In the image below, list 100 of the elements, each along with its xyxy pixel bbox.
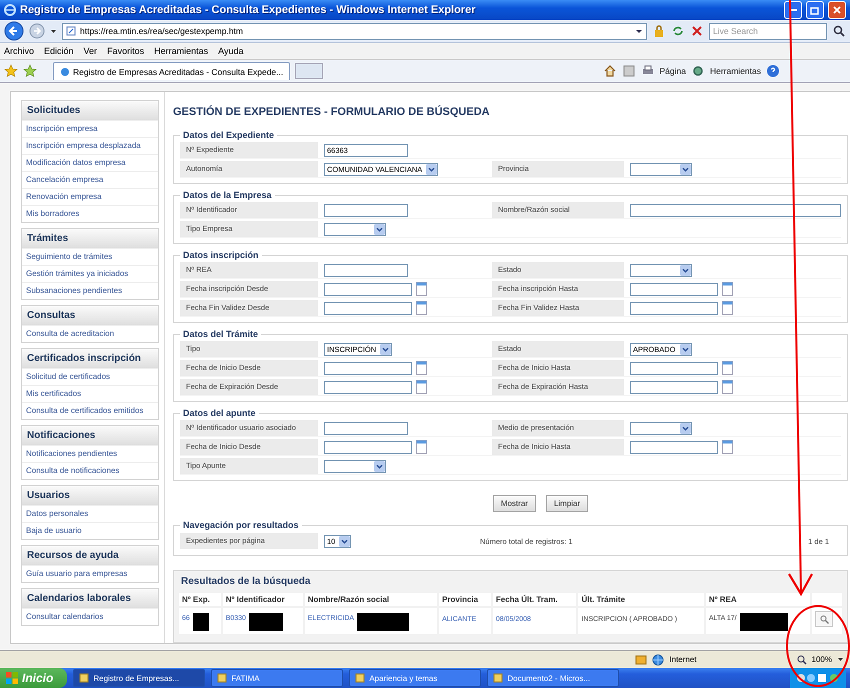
menu-section-title: Usuarios (22, 486, 158, 505)
zoom-icon[interactable] (796, 654, 807, 664)
sidebar-link[interactable]: Inscripción empresa (22, 120, 158, 137)
column-header: Nombre/Razón social (304, 593, 438, 606)
dropdown-arrow-icon[interactable] (635, 27, 643, 35)
menu-item[interactable]: Ver (84, 46, 98, 56)
view-button[interactable] (815, 611, 834, 627)
sidebar-link[interactable]: Consulta de certificados emitidos (22, 402, 158, 419)
text-field[interactable] (630, 204, 841, 216)
home-icon[interactable] (602, 64, 616, 78)
text-field[interactable] (324, 422, 408, 434)
sidebar-link[interactable]: Consultar calendarios (22, 608, 158, 625)
menu-item[interactable]: Herramientas (154, 46, 208, 56)
calendar-icon[interactable] (416, 282, 427, 296)
zoom-level[interactable]: 100% (812, 655, 832, 664)
date-field[interactable] (324, 380, 412, 394)
help-icon[interactable] (766, 64, 780, 78)
sidebar-link[interactable]: Solicitud de certificados (22, 368, 158, 385)
window-icon (217, 673, 228, 683)
stop-icon[interactable] (690, 24, 704, 38)
address-field[interactable]: https://rea.mtin.es/rea/sec/gestexpemp.htm (62, 22, 647, 40)
calendar-icon[interactable] (722, 282, 733, 296)
taskbar-button[interactable]: Documento2 - Micros... (487, 669, 620, 687)
section-legend: Datos inscripción (180, 250, 262, 260)
sidebar-link[interactable]: Consulta de notificaciones (22, 462, 158, 479)
date-field[interactable] (324, 302, 412, 314)
dropdown[interactable] (324, 222, 386, 236)
taskbar-button[interactable]: Apariencia y temas (349, 669, 482, 687)
date-field[interactable] (324, 282, 412, 296)
column-header: Provincia (439, 593, 491, 606)
date-field[interactable] (630, 440, 718, 454)
section-legend: Datos del Trámite (180, 329, 262, 339)
menu-item[interactable]: Ayuda (218, 46, 244, 56)
tools-menu-button[interactable]: Herramientas (710, 66, 761, 76)
calendar-icon[interactable] (416, 440, 427, 454)
sidebar-link[interactable]: Modificación datos empresa (22, 154, 158, 171)
date-field[interactable] (630, 302, 718, 314)
calendar-icon[interactable] (722, 301, 733, 315)
date-field[interactable] (324, 440, 412, 454)
close-button[interactable] (828, 1, 846, 19)
sidebar-link[interactable]: Renovación empresa (22, 188, 158, 205)
sidebar-link[interactable]: Guía usuario para empresas (22, 565, 158, 582)
column-header: Nº REA (706, 593, 810, 606)
taskbar-button[interactable]: FATIMA (211, 669, 344, 687)
text-field[interactable] (324, 264, 408, 276)
date-field[interactable] (630, 362, 718, 374)
add-favorite-icon[interactable] (23, 64, 37, 78)
calendar-icon[interactable] (722, 380, 733, 394)
sidebar-link[interactable]: Cancelación empresa (22, 171, 158, 188)
sidebar-link[interactable]: Gestión trámites ya iniciados (22, 265, 158, 282)
forward-icon[interactable] (29, 23, 45, 39)
globe-icon (652, 654, 664, 666)
sidebar-link[interactable]: Datos personales (22, 505, 158, 522)
column-header: Nº Exp. (179, 593, 221, 606)
date-field[interactable] (630, 380, 718, 394)
minimize-icon (790, 9, 796, 11)
sidebar-link[interactable]: Notificaciones pendientes (22, 445, 158, 462)
star-icon[interactable] (4, 64, 18, 78)
calendar-icon[interactable] (416, 380, 427, 394)
search-icon[interactable] (832, 24, 846, 38)
menu-section-title: Certificados inscripción (22, 349, 158, 368)
dropdown[interactable] (630, 422, 692, 434)
maximize-button[interactable] (806, 1, 824, 19)
menu-section-title: Notificaciones (22, 426, 158, 445)
sidebar-link[interactable]: Consulta de acreditacion (22, 325, 158, 342)
back-icon[interactable] (4, 21, 24, 41)
form-button[interactable]: Mostrar (492, 495, 536, 512)
sidebar-link[interactable]: Baja de usuario (22, 522, 158, 539)
dropdown-arrow-icon[interactable] (50, 28, 57, 34)
dropdown-arrow-icon[interactable] (837, 656, 844, 663)
sidebar-link[interactable]: Seguimiento de trámites (22, 248, 158, 265)
page-menu-button[interactable]: Página (660, 66, 686, 76)
dropdown[interactable] (324, 460, 386, 472)
sidebar-link[interactable]: Mis borradores (22, 205, 158, 222)
calendar-icon[interactable] (722, 440, 733, 454)
section-legend: Navegación por resultados (180, 520, 302, 530)
calendar-icon[interactable] (416, 361, 427, 375)
form-button[interactable]: Limpiar (546, 495, 588, 512)
sidebar-link[interactable]: Inscripción empresa desplazada (22, 137, 158, 154)
date-field[interactable] (630, 282, 718, 296)
menu-section-title: Solicitudes (22, 101, 158, 120)
section-legend: Datos del Expediente (180, 130, 278, 140)
dropdown[interactable] (630, 264, 692, 276)
lock-icon[interactable] (652, 24, 666, 38)
column-header: Últ. Trámite (578, 593, 704, 606)
browser-tab[interactable]: Registro de Empresas Acreditadas - Consulta Expede... (53, 62, 290, 80)
text-field[interactable] (324, 204, 408, 216)
new-tab-button[interactable] (295, 63, 324, 79)
restore-icon (810, 5, 820, 15)
sidebar-link[interactable]: Subsanaciones pendientes (22, 282, 158, 299)
refresh-icon[interactable] (671, 24, 685, 38)
taskbar-button[interactable]: Registro de Empresas... (73, 669, 206, 687)
calendar-icon[interactable] (722, 361, 733, 375)
menu-item[interactable]: Edición (44, 46, 74, 56)
menu-item[interactable]: Archivo (4, 46, 34, 56)
menu-item[interactable]: Favoritos (107, 46, 144, 56)
dropdown[interactable] (630, 162, 692, 176)
calendar-icon[interactable] (416, 301, 427, 315)
date-field[interactable] (324, 362, 412, 374)
sidebar-link[interactable]: Mis certificados (22, 385, 158, 402)
